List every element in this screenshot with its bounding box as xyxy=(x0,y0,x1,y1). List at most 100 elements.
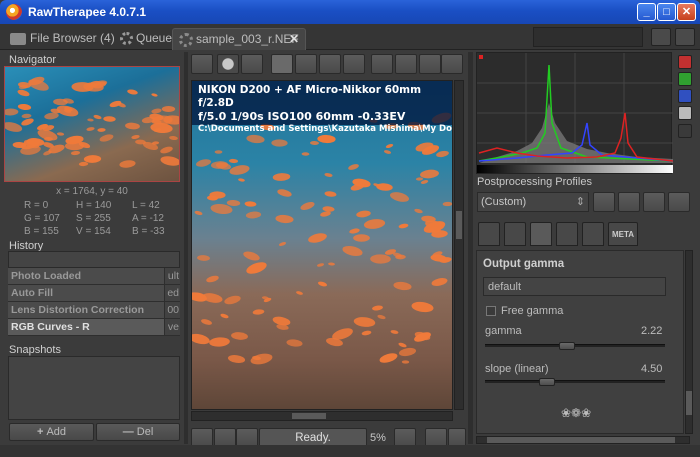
fish-shape xyxy=(413,208,424,214)
crop-icon[interactable] xyxy=(319,54,341,74)
fish-shape xyxy=(244,200,257,208)
main-image-preview[interactable]: NIKON D200 + AF Micro-Nikkor 60mm f/2.8D… xyxy=(191,80,453,410)
history-item[interactable]: Lens Distortion Correction 00 xyxy=(8,302,180,319)
red-channel-toggle[interactable] xyxy=(678,55,692,69)
tab-detail-icon[interactable] xyxy=(504,222,526,246)
tab-image-editor[interactable]: sample_003_r.NEF ✕ xyxy=(172,28,306,50)
snapshots-list[interactable] xyxy=(8,356,180,420)
delete-snapshot-label: Del xyxy=(136,426,154,438)
gamma-slider[interactable] xyxy=(485,342,665,350)
fish-shape xyxy=(307,231,328,245)
title-bar: RawTherapee 4.0.7.1 _ □ ✕ xyxy=(0,0,700,24)
slope-slider-thumb[interactable] xyxy=(539,378,555,386)
fish-shape xyxy=(347,162,360,172)
delete-snapshot-button[interactable]: — Del xyxy=(96,423,180,441)
maximize-button[interactable]: □ xyxy=(657,3,676,21)
history-item-selected[interactable]: RGB Curves - R ve xyxy=(8,319,180,336)
tab-color-icon[interactable] xyxy=(530,222,552,246)
tab-metadata-icon[interactable]: META xyxy=(608,222,638,246)
close-button[interactable]: ✕ xyxy=(677,3,696,21)
history-item[interactable]: Auto Fill ed xyxy=(8,285,180,302)
fish-shape xyxy=(272,172,291,182)
tab-exposure-icon[interactable] xyxy=(478,222,500,246)
value-s: S = 255 xyxy=(76,213,111,224)
paste-profile-icon[interactable] xyxy=(668,192,690,212)
move-icon[interactable] xyxy=(675,28,695,46)
fish-shape xyxy=(97,127,106,133)
pp-profile-select[interactable]: (Custom) ⇕ xyxy=(477,192,589,212)
flip-horizontal-icon[interactable] xyxy=(419,54,441,74)
luminance-toggle[interactable] xyxy=(678,106,692,120)
fish-shape xyxy=(324,172,333,178)
window-title: RawTherapee 4.0.7.1 xyxy=(28,5,147,19)
history-item-value: 00 xyxy=(164,302,180,318)
fish-shape xyxy=(242,249,261,263)
green-channel-toggle[interactable] xyxy=(678,72,692,86)
tab-file-browser[interactable]: File Browser (4) xyxy=(4,28,121,50)
scroll-thumb[interactable] xyxy=(487,437,675,443)
chevron-updown-icon: ⇕ xyxy=(575,196,585,208)
fish-shape xyxy=(52,98,69,106)
raw-histogram-toggle[interactable] xyxy=(678,124,692,138)
fish-shape xyxy=(195,157,212,169)
fish-shape xyxy=(230,331,249,341)
flip-vertical-icon[interactable] xyxy=(441,54,463,74)
tool-panel-hscrollbar[interactable] xyxy=(476,436,690,444)
info-icon[interactable] xyxy=(217,54,239,74)
fish-shape xyxy=(327,262,336,266)
add-snapshot-button[interactable]: + Add xyxy=(9,423,94,441)
navigator-preview[interactable] xyxy=(4,66,180,182)
fish-shape xyxy=(301,152,310,156)
gamma-label: gamma xyxy=(485,325,522,337)
output-gamma-title: Output gamma xyxy=(483,258,565,270)
gamma-slider-thumb[interactable] xyxy=(559,342,575,350)
exif-overlay: NIKON D200 + AF Micro-Nikkor 60mm f/2.8D… xyxy=(192,81,452,134)
scroll-thumb[interactable] xyxy=(292,413,326,419)
fish-shape xyxy=(196,254,211,262)
fish-shape xyxy=(119,159,136,169)
tab-label: File Browser xyxy=(30,31,97,45)
window-bottom-edge xyxy=(0,445,700,457)
copy-profile-icon[interactable] xyxy=(643,192,665,212)
close-tab-icon[interactable]: ✕ xyxy=(289,29,299,49)
fish-shape xyxy=(228,158,239,164)
open-profile-icon[interactable] xyxy=(593,192,615,212)
save-profile-icon[interactable] xyxy=(618,192,640,212)
fish-shape xyxy=(430,253,447,263)
hide-left-panel-icon[interactable] xyxy=(191,54,213,74)
fish-shape xyxy=(168,135,179,141)
navigator-coords: x = 1764, y = 40 xyxy=(56,186,128,197)
blue-channel-toggle[interactable] xyxy=(678,89,692,103)
fish-shape xyxy=(56,132,65,136)
fish-shape xyxy=(397,341,408,349)
left-splitter[interactable] xyxy=(184,52,188,444)
rotate-right-icon[interactable] xyxy=(395,54,417,74)
fish-shape xyxy=(244,259,269,277)
free-gamma-checkbox[interactable] xyxy=(486,306,496,316)
scroll-thumb[interactable] xyxy=(456,211,462,239)
tool-panel-scrollbar[interactable] xyxy=(685,250,693,434)
before-after-icon[interactable] xyxy=(241,54,263,74)
gamma-preset-select[interactable]: default xyxy=(483,277,666,296)
fish-shape xyxy=(286,338,303,348)
scroll-thumb[interactable] xyxy=(686,391,692,415)
histogram-graph xyxy=(477,53,673,163)
tab-transform-icon[interactable] xyxy=(556,222,578,246)
straighten-icon[interactable] xyxy=(343,54,365,74)
fish-shape xyxy=(70,150,81,156)
fish-shape xyxy=(385,143,394,149)
gears-icon xyxy=(120,32,133,46)
hand-tool-icon[interactable] xyxy=(271,54,293,74)
slope-slider[interactable] xyxy=(485,378,665,386)
vertical-scrollbar[interactable] xyxy=(454,80,464,410)
rotate-left-icon[interactable] xyxy=(371,54,393,74)
right-splitter[interactable] xyxy=(468,52,473,444)
minimize-button[interactable]: _ xyxy=(637,3,656,21)
horizontal-scrollbar[interactable] xyxy=(191,411,453,421)
history-item[interactable]: Photo Loaded ult xyxy=(8,268,180,285)
tab-label: sample_003_r.NEF xyxy=(196,32,299,46)
tab-queue[interactable]: Queue xyxy=(114,28,178,50)
white-balance-picker-icon[interactable] xyxy=(295,54,317,74)
columns-icon[interactable] xyxy=(651,28,671,46)
tab-raw-icon[interactable] xyxy=(582,222,604,246)
